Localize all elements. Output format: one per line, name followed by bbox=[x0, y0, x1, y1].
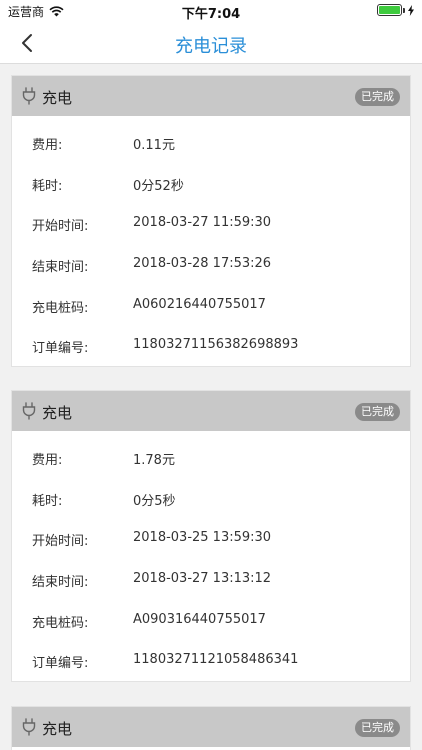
start-time-label: 开始时间: bbox=[32, 219, 89, 235]
plug-icon bbox=[22, 87, 36, 105]
start-time-value: 2018-03-25 13:59:30 bbox=[133, 530, 272, 546]
end-time-value: 2018-03-28 17:53:26 bbox=[133, 256, 272, 272]
status-time: 下午7:04 bbox=[181, 7, 241, 22]
duration-value: 0分5秒 bbox=[133, 493, 176, 509]
record-list[interactable]: 充电 已完成 费用: 0.11元 耗时: 0分52秒 开始时间: 2018-03-27… bbox=[0, 65, 422, 750]
fee-row: 费用: 1.78元 bbox=[12, 437, 410, 478]
nav-bar: 充电记录 bbox=[0, 22, 422, 64]
charging-bolt-icon bbox=[408, 4, 414, 16]
start-time-label: 开始时间: bbox=[32, 534, 89, 550]
pile-code-value: A060216440755017 bbox=[133, 296, 266, 312]
record-header: 充电 已完成 bbox=[12, 707, 410, 747]
pile-code-label: 充电桩码: bbox=[32, 300, 89, 316]
end-time-value: 2018-03-27 13:13:12 bbox=[133, 571, 272, 587]
fee-label: 费用: bbox=[32, 453, 63, 468]
order-number-row: 订单编号: 11803271121058486341 bbox=[12, 640, 410, 681]
record-body: 费用: 1.78元 耗时: 0分5秒 开始时间: 2018-03-25 13:59:3… bbox=[12, 431, 410, 681]
record-type: 充电 bbox=[42, 89, 73, 107]
end-time-row: 结束时间: 2018-03-27 13:13:12 bbox=[12, 559, 410, 600]
record-type: 充电 bbox=[42, 720, 73, 738]
duration-label: 耗时: bbox=[32, 493, 63, 509]
duration-value: 0分52秒 bbox=[133, 178, 184, 194]
duration-row: 耗时: 0分5秒 bbox=[12, 478, 410, 519]
plug-icon bbox=[22, 718, 36, 736]
end-time-row: 结束时间: 2018-03-28 17:53:26 bbox=[12, 244, 410, 285]
order-number-value: 11803271121058486341 bbox=[133, 652, 299, 668]
duration-label: 耗时: bbox=[32, 178, 63, 194]
status-right bbox=[377, 4, 414, 16]
start-time-row: 开始时间: 2018-03-25 13:59:30 bbox=[12, 518, 410, 559]
plug-icon bbox=[22, 402, 36, 420]
fee-value: 0.11元 bbox=[133, 138, 175, 153]
status-bar: 运营商 下午7:04 bbox=[0, 0, 422, 22]
order-number-value: 11803271156382698893 bbox=[133, 337, 299, 353]
battery-tip bbox=[403, 7, 405, 13]
order-number-row: 订单编号: 11803271156382698893 bbox=[12, 325, 410, 366]
page-title: 充电记录 bbox=[175, 36, 247, 57]
record-card[interactable]: 充电 已完成 费用: 1.78元 耗时: 0分5秒 开始时间: 2018-03-25 … bbox=[11, 390, 411, 683]
fee-label: 费用: bbox=[32, 138, 63, 153]
end-time-label: 结束时间: bbox=[32, 260, 89, 276]
start-time-row: 开始时间: 2018-03-27 11:59:30 bbox=[12, 203, 410, 244]
status-badge: 已完成 bbox=[355, 88, 400, 106]
start-time-value: 2018-03-27 11:59:30 bbox=[133, 215, 272, 231]
fee-row: 费用: 0.11元 bbox=[12, 122, 410, 163]
pile-code-row: 充电桩码: A090316440755017 bbox=[12, 600, 410, 641]
record-card[interactable]: 充电 已完成 费用: 0.11元 耗时: 0分52秒 开始时间: 2018-03-27… bbox=[11, 75, 411, 368]
fee-value: 1.78元 bbox=[133, 453, 175, 468]
order-number-label: 订单编号: bbox=[32, 656, 89, 672]
pile-code-value: A090316440755017 bbox=[133, 611, 266, 627]
record-header: 充电 已完成 bbox=[12, 76, 410, 116]
record-type: 充电 bbox=[42, 404, 73, 422]
battery-icon bbox=[377, 4, 402, 16]
end-time-label: 结束时间: bbox=[32, 575, 89, 591]
record-header: 充电 已完成 bbox=[12, 391, 410, 431]
pile-code-label: 充电桩码: bbox=[32, 615, 89, 631]
record-body: 费用: 0.11元 耗时: 0分52秒 开始时间: 2018-03-27 11:59:… bbox=[12, 116, 410, 366]
record-card[interactable]: 充电 已完成 bbox=[11, 706, 411, 750]
pile-code-row: 充电桩码: A060216440755017 bbox=[12, 285, 410, 326]
order-number-label: 订单编号: bbox=[32, 341, 89, 357]
duration-row: 耗时: 0分52秒 bbox=[12, 163, 410, 204]
status-badge: 已完成 bbox=[355, 719, 400, 737]
status-badge: 已完成 bbox=[355, 403, 400, 421]
